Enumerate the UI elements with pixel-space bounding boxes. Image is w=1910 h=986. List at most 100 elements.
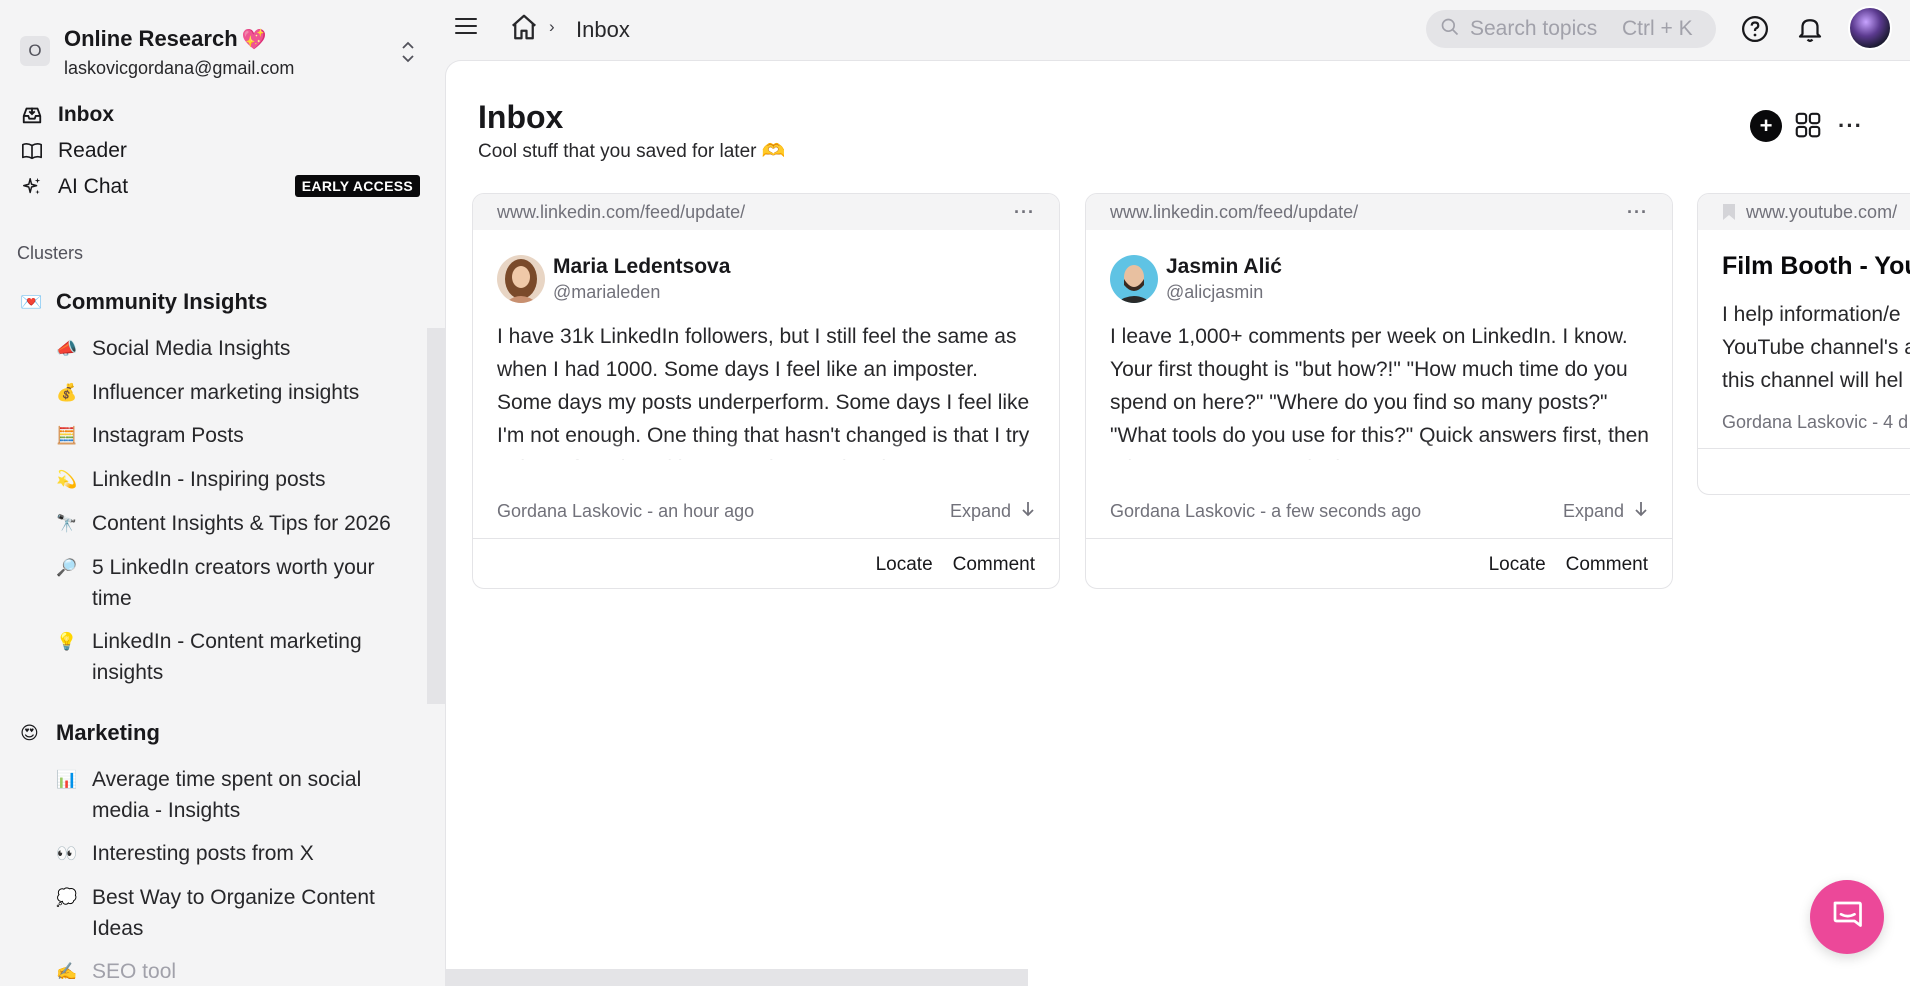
add-item-button[interactable]: +	[1750, 110, 1782, 142]
book-open-icon	[20, 139, 44, 163]
author-avatar	[1110, 255, 1158, 303]
workspace-name: Online Research 💖	[64, 26, 267, 51]
user-avatar[interactable]	[1848, 6, 1892, 50]
cluster-item[interactable]: 🧮 Instagram Posts	[56, 420, 396, 451]
chat-bubble-icon	[1829, 897, 1865, 938]
card-author: Jasmin Alić @alicjasmin	[1110, 254, 1282, 304]
locate-button[interactable]: Locate	[876, 554, 933, 576]
card-more-icon[interactable]: ···	[1627, 202, 1648, 223]
telescope-icon: 🔭	[56, 514, 78, 533]
author-name: Maria Ledentsova	[553, 255, 731, 278]
card-url-bar: www.linkedin.com/feed/update/ ···	[1086, 194, 1672, 230]
grid-view-icon[interactable]	[1793, 110, 1825, 142]
sidebar-scrollbar[interactable]	[427, 328, 445, 704]
cluster-item[interactable]: 🔎 5 LinkedIn creators worth your time	[56, 552, 396, 614]
love-letter-icon: 💌	[20, 291, 43, 312]
help-icon[interactable]	[1740, 14, 1770, 44]
author-name: Jasmin Alić	[1166, 255, 1282, 278]
heart-hands-icon: 🫶	[761, 141, 786, 162]
card-body: I help information/e YouTube channel's a…	[1722, 303, 1910, 392]
cluster-item[interactable]: 📣 Social Media Insights	[56, 333, 396, 364]
workspace-email: laskovicgordana@gmail.com	[64, 58, 295, 78]
breadcrumb-current: Inbox	[576, 17, 630, 42]
sparkles-icon	[20, 175, 44, 199]
card-url[interactable]: www.linkedin.com/feed/update/	[1110, 202, 1358, 223]
cluster-item[interactable]: 💰 Influencer marketing insights	[56, 377, 396, 408]
saved-card[interactable]: www.linkedin.com/feed/update/ ··· Maria …	[472, 193, 1060, 589]
money-bag-icon: 💰	[56, 383, 78, 402]
saved-card-youtube[interactable]: www.youtube.com/ Film Booth - You I help…	[1697, 193, 1910, 495]
card-meta: Gordana Laskovic - a few seconds ago	[1110, 501, 1422, 521]
workspace-switcher[interactable]: O Online Research 💖 laskovicgordana@gmail…	[20, 22, 420, 82]
cluster-item[interactable]: 💫 LinkedIn - Inspiring posts	[56, 464, 396, 495]
search-box[interactable]: Ctrl + K	[1426, 10, 1716, 48]
bar-chart-icon: 📊	[56, 770, 78, 789]
bookmark-icon	[1722, 203, 1736, 221]
light-bulb-icon: 💡	[56, 632, 78, 651]
search-shortcut: Ctrl + K	[1622, 17, 1693, 40]
card-footer-divider	[1698, 448, 1910, 449]
page-title: Inbox	[478, 99, 564, 135]
abacus-icon: 🧮	[56, 426, 78, 445]
megaphone-icon: 📣	[56, 339, 78, 358]
sidebar: O Online Research 💖 laskovicgordana@gmail…	[0, 0, 445, 986]
nav-ai-chat[interactable]: AI Chat EARLY ACCESS	[20, 170, 420, 204]
horizontal-scrollbar[interactable]	[446, 969, 1028, 986]
search-icon	[1440, 17, 1460, 42]
card-url[interactable]: www.youtube.com/	[1746, 202, 1897, 223]
nav-reader[interactable]: Reader	[20, 134, 420, 168]
card-footer: Locate Comment	[473, 538, 1059, 588]
card-footer: Locate Comment	[1086, 538, 1672, 588]
magnifier-icon: 🔎	[56, 558, 78, 577]
cluster-item[interactable]: 🔭 Content Insights & Tips for 2026	[56, 508, 396, 539]
cluster-community-insights[interactable]: 💌 Community Insights	[20, 286, 420, 318]
writing-hand-icon: ✍️	[56, 962, 78, 981]
inbox-icon	[20, 103, 44, 127]
home-icon[interactable]	[509, 12, 539, 42]
card-body: I leave 1,000+ comments per week on Link…	[1110, 320, 1650, 460]
chevron-up-down-icon[interactable]	[396, 38, 420, 68]
author-avatar	[497, 255, 545, 303]
card-more-icon[interactable]: ···	[1014, 202, 1035, 223]
card-url-bar: www.youtube.com/	[1698, 194, 1910, 230]
workspace-avatar: O	[20, 36, 50, 66]
dizzy-star-icon: 💫	[56, 470, 78, 489]
cluster-marketing[interactable]: 😍 Marketing	[20, 717, 420, 749]
breadcrumb-separator-icon: ›	[549, 17, 555, 36]
nav-inbox[interactable]: Inbox	[20, 98, 420, 132]
bell-icon[interactable]	[1795, 14, 1825, 44]
thought-bubble-icon: 💭	[56, 888, 78, 907]
expand-button[interactable]: Expand	[950, 501, 1035, 522]
arrow-down-icon	[1021, 501, 1035, 522]
top-bar: › Inbox Ctrl + K	[445, 0, 1910, 60]
comment-button[interactable]: Comment	[1566, 554, 1648, 576]
card-body: I have 31k LinkedIn followers, but I sti…	[497, 320, 1037, 460]
arrow-down-icon	[1634, 501, 1648, 522]
expand-button[interactable]: Expand	[1563, 501, 1648, 522]
heart-icon: 💖	[241, 29, 267, 51]
author-handle: @marialeden	[553, 282, 661, 302]
early-access-badge: EARLY ACCESS	[294, 175, 420, 197]
heart-eyes-icon: 😍	[20, 722, 39, 743]
card-meta: Gordana Laskovic - an hour ago	[497, 501, 755, 521]
chat-support-button[interactable]	[1810, 880, 1884, 954]
cluster-item[interactable]: 👀 Interesting posts from X	[56, 838, 396, 869]
comment-button[interactable]: Comment	[953, 554, 1035, 576]
menu-icon[interactable]	[455, 18, 477, 38]
cluster-item[interactable]: 📊 Average time spent on social media - I…	[56, 764, 396, 826]
page-subtitle: Cool stuff that you saved for later 🫶	[478, 141, 786, 162]
cluster-item[interactable]: 💭 Best Way to Organize Content Ideas	[56, 882, 396, 944]
cluster-item[interactable]: ✍️ SEO tool	[56, 956, 396, 986]
more-options-icon[interactable]: ···	[1838, 113, 1863, 139]
main-panel: Inbox Cool stuff that you saved for late…	[445, 60, 1910, 986]
card-title: Film Booth - You	[1722, 252, 1910, 280]
eyes-icon: 👀	[56, 844, 78, 863]
author-handle: @alicjasmin	[1166, 282, 1264, 302]
locate-button[interactable]: Locate	[1489, 554, 1546, 576]
saved-card[interactable]: www.linkedin.com/feed/update/ ··· Jasmin…	[1085, 193, 1673, 589]
cluster-item[interactable]: 💡 LinkedIn - Content marketing insights	[56, 626, 396, 688]
card-meta: Gordana Laskovic - 4 d	[1722, 412, 1909, 432]
search-input[interactable]	[1470, 17, 1620, 41]
card-author: Maria Ledentsova @marialeden	[497, 254, 730, 304]
card-url[interactable]: www.linkedin.com/feed/update/	[497, 202, 745, 223]
